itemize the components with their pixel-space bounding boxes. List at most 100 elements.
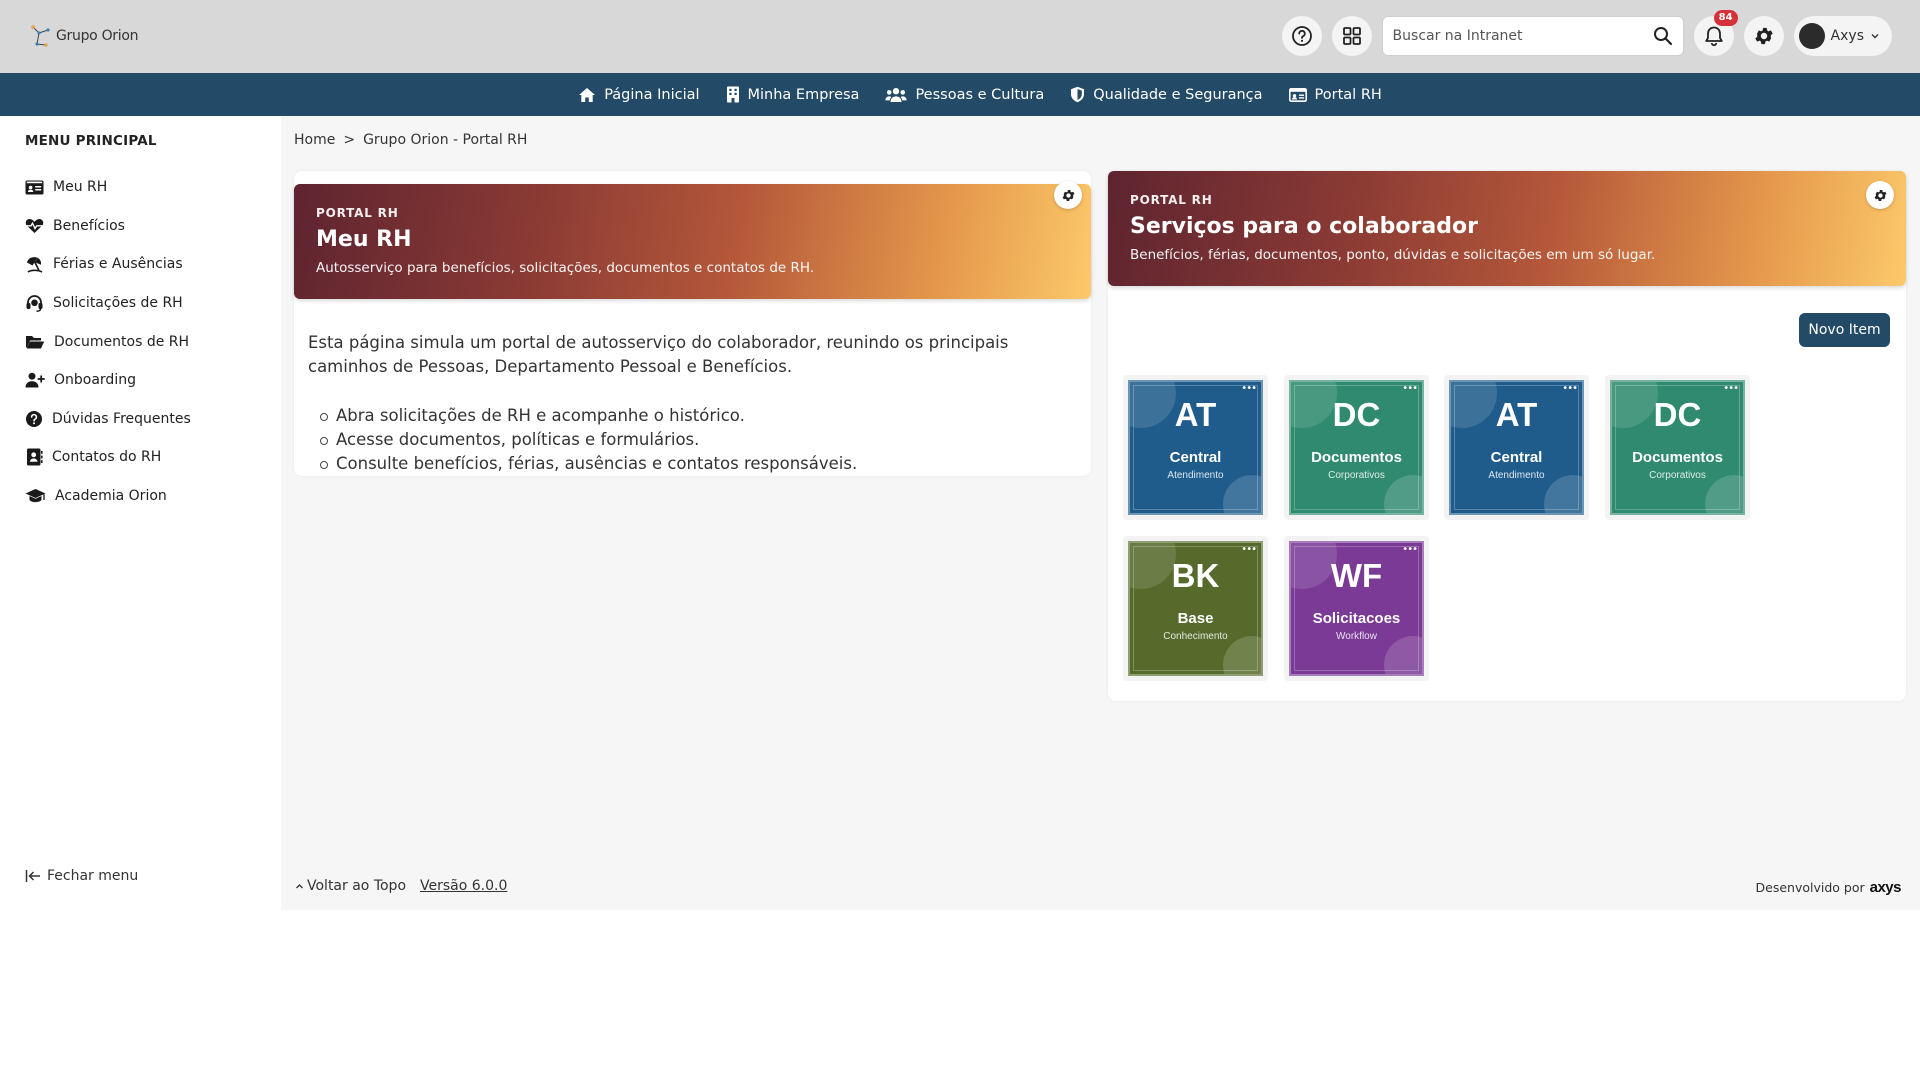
close-menu-label: Fechar menu (47, 868, 139, 884)
tile-subtitle: Atendimento (1488, 470, 1545, 481)
axys-logo[interactable]: axys (1870, 879, 1902, 896)
heart-pulse-icon (25, 218, 44, 233)
search-icon[interactable] (1653, 26, 1673, 46)
settings-button[interactable] (1743, 16, 1784, 56)
servicos-hero-banner: PORTAL RH Serviços para o colaborador Be… (1108, 171, 1906, 286)
tile-name: Documentos (1632, 449, 1723, 466)
sidebar-item-contatos-do-rh[interactable]: Contatos do RH (25, 438, 265, 477)
nav-item-qualidade-e-seguranca[interactable]: Qualidade e Segurança (1070, 86, 1263, 103)
sidebar-item-label: Férias e Ausências (53, 256, 183, 273)
servicos-panel: PORTAL RH Serviços para o colaborador Be… (1108, 171, 1906, 701)
arrow-left-to-line-icon (25, 870, 40, 882)
constellation-logo-icon (31, 25, 50, 47)
more-icon[interactable]: ••• (1241, 544, 1257, 555)
nav-item-label: Portal RH (1314, 86, 1382, 103)
question-circle-icon (26, 410, 42, 427)
building-icon (726, 86, 739, 103)
more-icon[interactable]: ••• (1402, 544, 1418, 555)
address-book-icon (27, 448, 43, 466)
tile-name: Central (1169, 449, 1222, 466)
breadcrumb-home[interactable]: Home (294, 132, 335, 148)
more-icon[interactable]: ••• (1402, 383, 1418, 394)
chevron-down-icon (1871, 34, 1879, 39)
footer-credits: Desenvolvido por axys (1756, 879, 1902, 896)
sidebar-item-academia-orion[interactable]: Academia Orion (25, 477, 265, 516)
list-item: Consulte benefícios, férias, ausências e… (320, 452, 1076, 476)
sidebar-item-solicitacoes-de-rh[interactable]: Solicitações de RH (25, 284, 265, 323)
sidebar-item-documentos-de-rh[interactable]: Documentos de RH (25, 322, 265, 361)
breadcrumb-separator: > (343, 132, 356, 148)
sidebar-title: MENU PRINCIPAL (25, 133, 157, 149)
tile-abbreviation: AT (1495, 396, 1538, 433)
headset-icon (26, 294, 43, 312)
tile-documentos-corporativos[interactable]: ••• DC Documentos Corporativos (1284, 375, 1429, 520)
more-icon[interactable]: ••• (1241, 383, 1257, 394)
more-icon[interactable]: ••• (1723, 383, 1739, 394)
list-item: Acesse documentos, políticas e formulári… (320, 428, 1076, 452)
tile-abbreviation: AT (1174, 396, 1217, 433)
tile-face: ••• WF Solicitacoes Workflow (1289, 541, 1424, 676)
intro-paragraph: Esta página simula um portal de autosser… (308, 333, 1009, 376)
nav-item-label: Qualidade e Segurança (1093, 86, 1263, 103)
sidebar-item-label: Dúvidas Frequentes (52, 410, 191, 427)
nav-item-minha-empresa[interactable]: Minha Empresa (726, 86, 859, 103)
gear-icon (1062, 189, 1074, 201)
sidebar-item-onboarding[interactable]: Onboarding (25, 361, 265, 400)
sidebar-item-beneficios[interactable]: Benefícios (25, 207, 265, 246)
users-icon (885, 87, 908, 102)
notifications-button[interactable]: 84 (1693, 10, 1738, 56)
tile-abbreviation: DC (1653, 396, 1702, 433)
more-icon[interactable]: ••• (1562, 383, 1578, 394)
user-menu-button[interactable]: Axys (1793, 16, 1892, 56)
tile-face: ••• DC Documentos Corporativos (1610, 380, 1745, 515)
breadcrumb: Home > Grupo Orion - Portal RH (294, 132, 527, 148)
hero-subtitle: Autosserviço para benefícios, solicitaçõ… (316, 260, 815, 276)
tile-central-atendimento[interactable]: ••• AT Central Atendimento (1123, 375, 1268, 520)
search-box (1381, 16, 1684, 56)
new-item-button[interactable]: Novo Item (1799, 313, 1890, 347)
sidebar-item-meu-rh[interactable]: Meu RH (25, 168, 265, 207)
tile-central-atendimento[interactable]: ••• AT Central Atendimento (1444, 375, 1589, 520)
bell-icon (1704, 26, 1723, 47)
sidebar-item-label: Benefícios (53, 217, 125, 234)
right-panel-settings-button[interactable] (1866, 181, 1894, 209)
grid-icon (1342, 27, 1361, 45)
hero-kicker: PORTAL RH (1130, 193, 1213, 207)
left-panel-settings-button[interactable] (1054, 181, 1082, 209)
tile-subtitle: Corporativos (1649, 470, 1706, 481)
tile-name: Documentos (1311, 449, 1402, 466)
back-to-top-link[interactable]: Voltar ao Topo (295, 878, 406, 894)
hero-title: Serviços para o colaborador (1130, 214, 1478, 239)
folder-open-icon (26, 335, 45, 349)
hero-title: Meu RH (316, 227, 412, 252)
tile-face: ••• BK Base Conhecimento (1128, 541, 1263, 676)
nav-item-portal-rh[interactable]: Portal RH (1288, 86, 1382, 103)
apps-grid-button[interactable] (1331, 16, 1372, 56)
sidebar-item-ferias-e-ausencias[interactable]: Férias e Ausências (25, 245, 265, 284)
nav-item-label: Página Inicial (604, 86, 700, 103)
sidebar-item-duvidas-frequentes[interactable]: Dúvidas Frequentes (25, 400, 265, 439)
tile-name: Base (1177, 610, 1214, 627)
tile-face: ••• DC Documentos Corporativos (1289, 380, 1424, 515)
tile-solicitacoes-workflow[interactable]: ••• WF Solicitacoes Workflow (1284, 536, 1429, 681)
footer-left: Voltar ao Topo Versão 6.0.0 (295, 878, 507, 894)
sidebar-item-label: Onboarding (54, 372, 136, 389)
nav-item-pessoas-e-cultura[interactable]: Pessoas e Cultura (885, 87, 1044, 103)
tile-abbreviation: WF (1330, 557, 1383, 594)
nav-item-pagina-inicial[interactable]: Página Inicial (578, 86, 700, 103)
version-link[interactable]: Versão 6.0.0 (420, 878, 507, 894)
tile-subtitle: Atendimento (1167, 470, 1224, 481)
search-input[interactable] (1392, 28, 1653, 44)
close-menu-button[interactable]: Fechar menu (25, 868, 138, 884)
tile-base-conhecimento[interactable]: ••• BK Base Conhecimento (1123, 536, 1268, 681)
company-logo[interactable]: Grupo Orion (30, 24, 138, 48)
tile-documentos-corporativos[interactable]: ••• DC Documentos Corporativos (1605, 375, 1750, 520)
help-button[interactable] (1281, 16, 1322, 56)
top-actions: 84 Axys (1281, 10, 1892, 56)
tile-subtitle: Workflow (1336, 631, 1377, 642)
sidebar-item-label: Contatos do RH (52, 449, 162, 466)
sidebar-item-label: Solicitações de RH (53, 295, 183, 312)
sidebar-item-label: Documentos de RH (54, 333, 190, 350)
gear-icon (1754, 27, 1773, 45)
question-circle-icon (1291, 26, 1312, 46)
